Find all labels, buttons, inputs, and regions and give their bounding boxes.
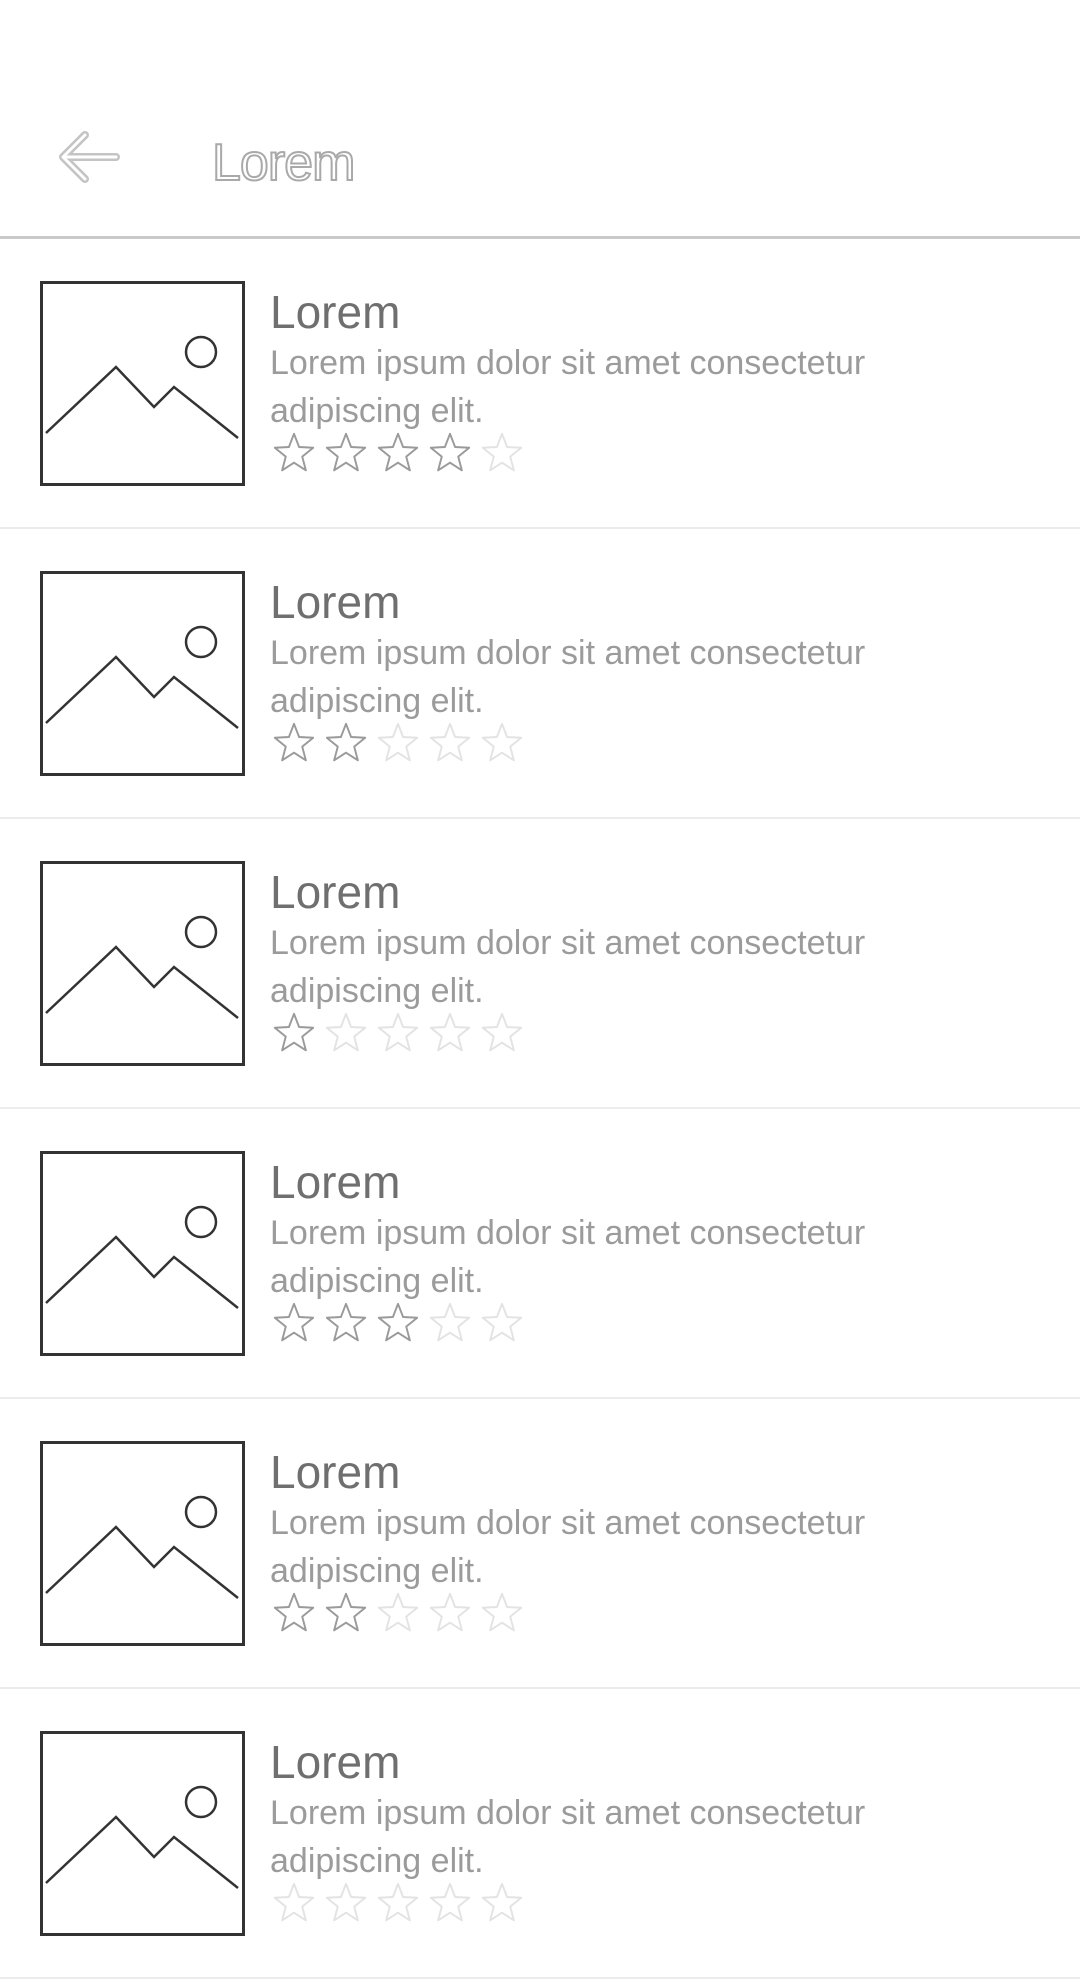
star-empty-icon[interactable] — [372, 719, 424, 769]
item-description: Lorem ipsum dolor sit amet consectetur a… — [270, 1214, 866, 1300]
star-filled-icon[interactable] — [268, 1299, 320, 1349]
image-placeholder-icon — [40, 1731, 245, 1936]
star-filled-icon[interactable] — [268, 719, 320, 769]
back-button[interactable] — [48, 118, 126, 196]
item-title: Lorem — [270, 1156, 401, 1208]
star-empty-icon[interactable] — [424, 719, 476, 769]
rating-stars[interactable] — [268, 719, 528, 769]
star-empty-icon[interactable] — [424, 1299, 476, 1349]
rating-stars[interactable] — [268, 429, 528, 479]
image-placeholder-icon — [40, 1151, 245, 1356]
star-filled-icon[interactable] — [320, 1589, 372, 1639]
list-item[interactable]: Lorem Lorem ipsum dolor sit amet consect… — [0, 1399, 1080, 1689]
star-empty-icon[interactable] — [476, 1009, 528, 1059]
list-item[interactable]: Lorem Lorem ipsum dolor sit amet consect… — [0, 1689, 1080, 1979]
rating-stars[interactable] — [268, 1589, 528, 1639]
list-item[interactable]: Lorem Lorem ipsum dolor sit amet consect… — [0, 529, 1080, 819]
item-description: Lorem ipsum dolor sit amet consectetur a… — [270, 634, 866, 720]
star-empty-icon[interactable] — [476, 1299, 528, 1349]
rating-stars[interactable] — [268, 1879, 528, 1929]
star-empty-icon[interactable] — [476, 1589, 528, 1639]
item-title: Lorem — [270, 1446, 401, 1498]
app-bar: Lorem — [0, 0, 1080, 239]
star-empty-icon[interactable] — [320, 1879, 372, 1929]
star-empty-icon[interactable] — [424, 1879, 476, 1929]
arrow-left-icon — [59, 131, 120, 183]
item-title: Lorem — [270, 576, 401, 628]
item-description: Lorem ipsum dolor sit amet consectetur a… — [270, 1794, 866, 1880]
star-empty-icon[interactable] — [424, 1009, 476, 1059]
list-item[interactable]: Lorem Lorem ipsum dolor sit amet consect… — [0, 819, 1080, 1109]
item-title: Lorem — [270, 866, 401, 918]
item-description: Lorem ipsum dolor sit amet consectetur a… — [270, 1504, 866, 1590]
star-filled-icon[interactable] — [320, 429, 372, 479]
item-description: Lorem ipsum dolor sit amet consectetur a… — [270, 344, 866, 430]
item-description: Lorem ipsum dolor sit amet consectetur a… — [270, 924, 866, 1010]
star-empty-icon[interactable] — [372, 1589, 424, 1639]
image-placeholder-icon — [40, 1441, 245, 1646]
star-filled-icon[interactable] — [268, 429, 320, 479]
star-filled-icon[interactable] — [320, 1299, 372, 1349]
star-empty-icon[interactable] — [476, 719, 528, 769]
star-filled-icon[interactable] — [268, 1589, 320, 1639]
star-empty-icon[interactable] — [476, 1879, 528, 1929]
rating-stars[interactable] — [268, 1009, 528, 1059]
image-placeholder-icon — [40, 281, 245, 486]
item-title: Lorem — [270, 286, 401, 338]
star-empty-icon[interactable] — [268, 1879, 320, 1929]
star-filled-icon[interactable] — [424, 429, 476, 479]
item-list: Lorem Lorem ipsum dolor sit amet consect… — [0, 239, 1080, 1979]
image-placeholder-icon — [40, 571, 245, 776]
list-item[interactable]: Lorem Lorem ipsum dolor sit amet consect… — [0, 239, 1080, 529]
star-empty-icon[interactable] — [372, 1009, 424, 1059]
image-placeholder-icon — [40, 861, 245, 1066]
star-filled-icon[interactable] — [372, 1299, 424, 1349]
item-title: Lorem — [270, 1736, 401, 1788]
star-empty-icon[interactable] — [424, 1589, 476, 1639]
star-empty-icon[interactable] — [372, 1879, 424, 1929]
list-item[interactable]: Lorem Lorem ipsum dolor sit amet consect… — [0, 1109, 1080, 1399]
page-title: Lorem — [211, 133, 356, 193]
star-empty-icon[interactable] — [476, 429, 528, 479]
app-screen: Lorem Lorem Lorem ipsum dolor sit amet c… — [0, 0, 1080, 1979]
star-empty-icon[interactable] — [320, 1009, 372, 1059]
star-filled-icon[interactable] — [320, 719, 372, 769]
star-filled-icon[interactable] — [268, 1009, 320, 1059]
rating-stars[interactable] — [268, 1299, 528, 1349]
star-filled-icon[interactable] — [372, 429, 424, 479]
